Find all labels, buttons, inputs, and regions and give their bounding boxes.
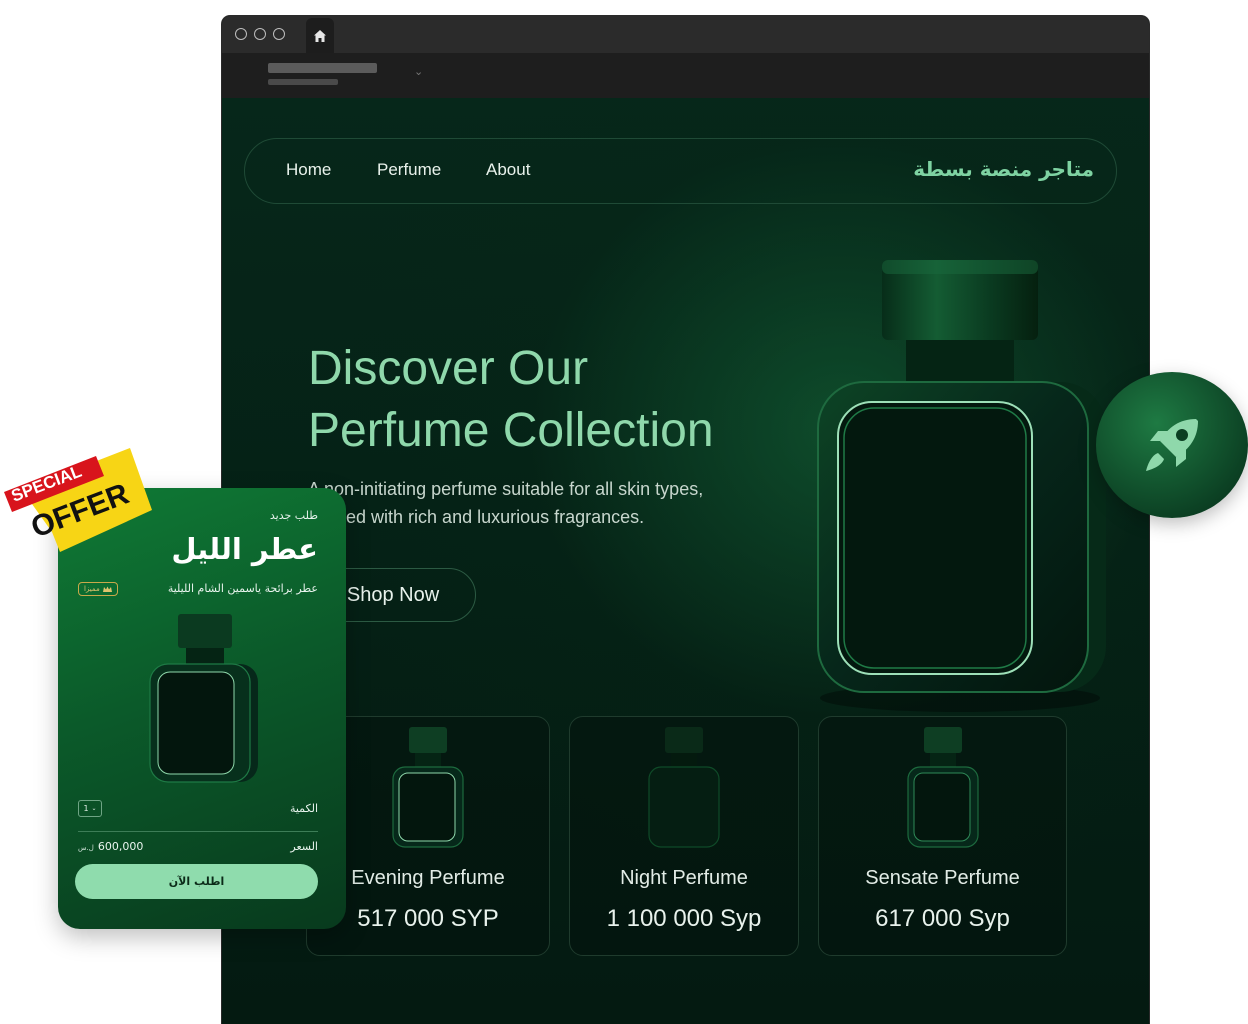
chevron-down-icon: ⌄ bbox=[91, 805, 97, 812]
address-placeholder-subbar bbox=[268, 79, 338, 85]
top-nav: Home Perfume About متاجر منصة بسطة bbox=[244, 138, 1117, 204]
nav-about-link[interactable]: About bbox=[486, 160, 530, 180]
browser-titlebar bbox=[222, 16, 1149, 53]
offer-product-title: عطر الليل bbox=[171, 532, 318, 566]
night-perfume-image bbox=[648, 727, 720, 848]
home-icon bbox=[314, 29, 326, 42]
window-close-button[interactable] bbox=[235, 28, 247, 40]
address-placeholder-bar bbox=[268, 63, 377, 73]
rocket-badge bbox=[1096, 372, 1248, 518]
hero-title-line2: Perfume Collection bbox=[308, 404, 714, 457]
hero-desc-line2: infused with rich and luxurious fragranc… bbox=[308, 507, 645, 527]
crown-icon bbox=[102, 586, 112, 592]
product-name: Sensate Perfume bbox=[865, 867, 1020, 889]
brand-logo[interactable]: متاجر منصة بسطة bbox=[913, 157, 1094, 181]
page-content: Home Perfume About متاجر منصة بسطة Disco… bbox=[222, 98, 1149, 1024]
hero-perfume-bottle-image bbox=[817, 260, 1106, 712]
price-label: السعر bbox=[290, 840, 318, 853]
currency-label: ل.س bbox=[78, 844, 94, 852]
price-value: 600,000 bbox=[97, 840, 144, 853]
browser-window: ⌄ Home Perfume About متاجر منصة بسطة Dis… bbox=[222, 16, 1149, 1024]
evening-perfume-image bbox=[392, 727, 464, 848]
new-order-label: طلب جديد bbox=[269, 509, 318, 522]
window-minimize-button[interactable] bbox=[254, 28, 266, 40]
offer-product-subtitle: عطر برائحة ياسمين الشام الليلية bbox=[167, 582, 318, 595]
offer-perfume-bottle-image bbox=[149, 614, 258, 783]
product-card-sensate[interactable]: Sensate Perfume 617 000 Syp bbox=[818, 716, 1067, 956]
rocket-icon bbox=[1146, 419, 1198, 471]
chevron-down-icon[interactable]: ⌄ bbox=[414, 65, 423, 78]
nav-home-link[interactable]: Home bbox=[286, 160, 331, 180]
home-tab[interactable] bbox=[306, 18, 334, 53]
hero-description: A non-initiating perfume suitable for al… bbox=[308, 475, 748, 531]
quantity-select[interactable]: 1 ⌄ bbox=[78, 800, 102, 817]
offer-price: ل.س 600,000 bbox=[78, 840, 143, 853]
order-now-button[interactable]: اطلب الآن bbox=[75, 864, 318, 899]
divider bbox=[78, 831, 318, 832]
address-bar[interactable]: ⌄ bbox=[222, 53, 1149, 98]
quantity-value: 1 bbox=[83, 804, 89, 813]
featured-badge: مميزا bbox=[78, 582, 118, 596]
hero-desc-line1: A non-initiating perfume suitable for al… bbox=[308, 479, 704, 499]
product-price: 617 000 Syp bbox=[875, 905, 1010, 932]
product-name: Night Perfume bbox=[620, 867, 748, 889]
window-maximize-button[interactable] bbox=[273, 28, 285, 40]
special-offer-sticker: SPECIAL OFFER bbox=[4, 448, 152, 552]
quantity-label: الكمية bbox=[289, 802, 318, 815]
hero-title-line1: Discover Our bbox=[308, 342, 589, 395]
sensate-perfume-image bbox=[906, 727, 979, 848]
hero-title: Discover Our Perfume Collection bbox=[308, 338, 768, 462]
product-card-night[interactable]: Night Perfume 1 100 000 Syp bbox=[569, 716, 799, 956]
featured-badge-label: مميزا bbox=[84, 585, 100, 593]
product-price: 1 100 000 Syp bbox=[606, 905, 762, 932]
nav-perfume-link[interactable]: Perfume bbox=[377, 160, 441, 180]
